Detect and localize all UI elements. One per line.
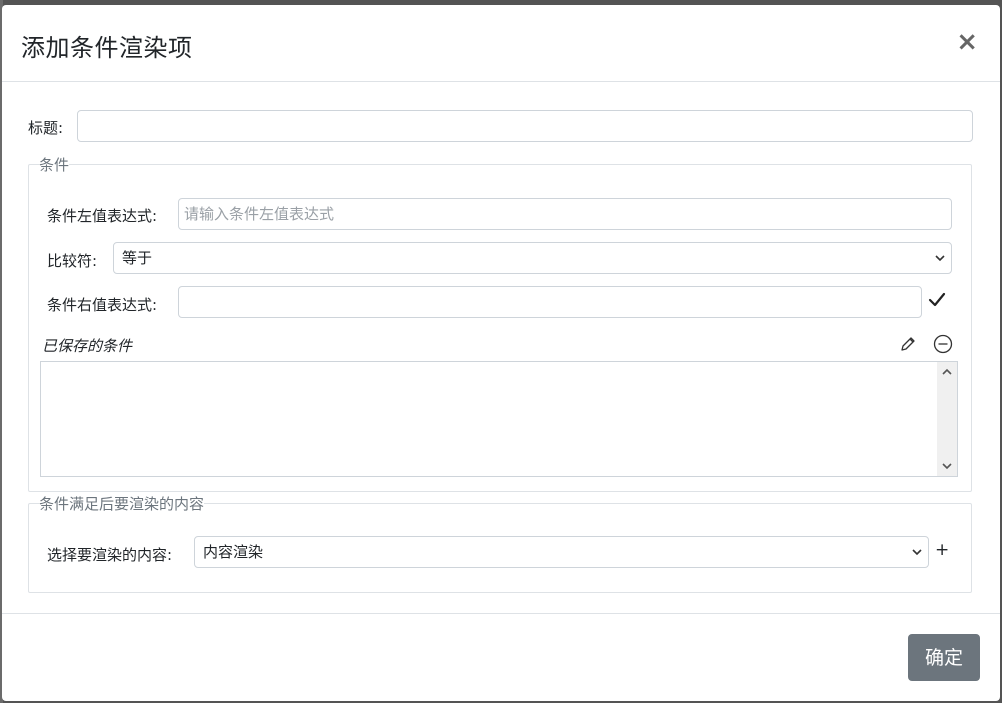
checkmark-icon[interactable]: [928, 292, 946, 308]
title-label: 标题:: [28, 119, 64, 137]
add-conditional-render-dialog: 添加条件渲染项 × 标题: 条件 条件左值表达式: 比较符: 等于 条件右值表达…: [2, 5, 1000, 701]
chevron-down-icon: [912, 549, 922, 556]
title-input[interactable]: [77, 110, 973, 142]
close-icon[interactable]: ×: [956, 29, 978, 55]
chevron-down-icon: [935, 255, 945, 262]
minus-circle-icon[interactable]: [933, 334, 953, 354]
render-content-selected: 内容渲染: [203, 543, 264, 561]
comparator-label: 比较符:: [47, 252, 98, 270]
pencil-icon[interactable]: [899, 335, 917, 353]
saved-conditions-label: 已保存的条件: [42, 337, 133, 355]
chevron-up-icon[interactable]: [942, 368, 952, 376]
dialog-title: 添加条件渲染项: [21, 34, 193, 62]
right-expr-input[interactable]: [178, 286, 922, 318]
saved-conditions-list[interactable]: [40, 361, 958, 477]
render-content-select[interactable]: 内容渲染: [194, 536, 929, 568]
render-content-label: 选择要渲染的内容:: [47, 546, 173, 564]
confirm-button[interactable]: 确定: [908, 634, 980, 681]
dialog-header: 添加条件渲染项 ×: [2, 5, 1000, 82]
left-expr-input[interactable]: [178, 198, 952, 230]
condition-legend: 条件: [39, 156, 70, 174]
footer-divider: [2, 613, 1000, 614]
render-content-legend: 条件满足后要渲染的内容: [39, 495, 205, 513]
scrollbar[interactable]: [937, 362, 957, 476]
left-expr-label: 条件左值表达式:: [47, 207, 158, 225]
plus-icon[interactable]: +: [935, 540, 949, 560]
comparator-selected: 等于: [122, 249, 153, 267]
chevron-down-icon[interactable]: [942, 462, 952, 470]
right-expr-label: 条件右值表达式:: [47, 296, 158, 314]
comparator-select[interactable]: 等于: [113, 242, 952, 274]
title-row: 标题:: [28, 110, 974, 142]
